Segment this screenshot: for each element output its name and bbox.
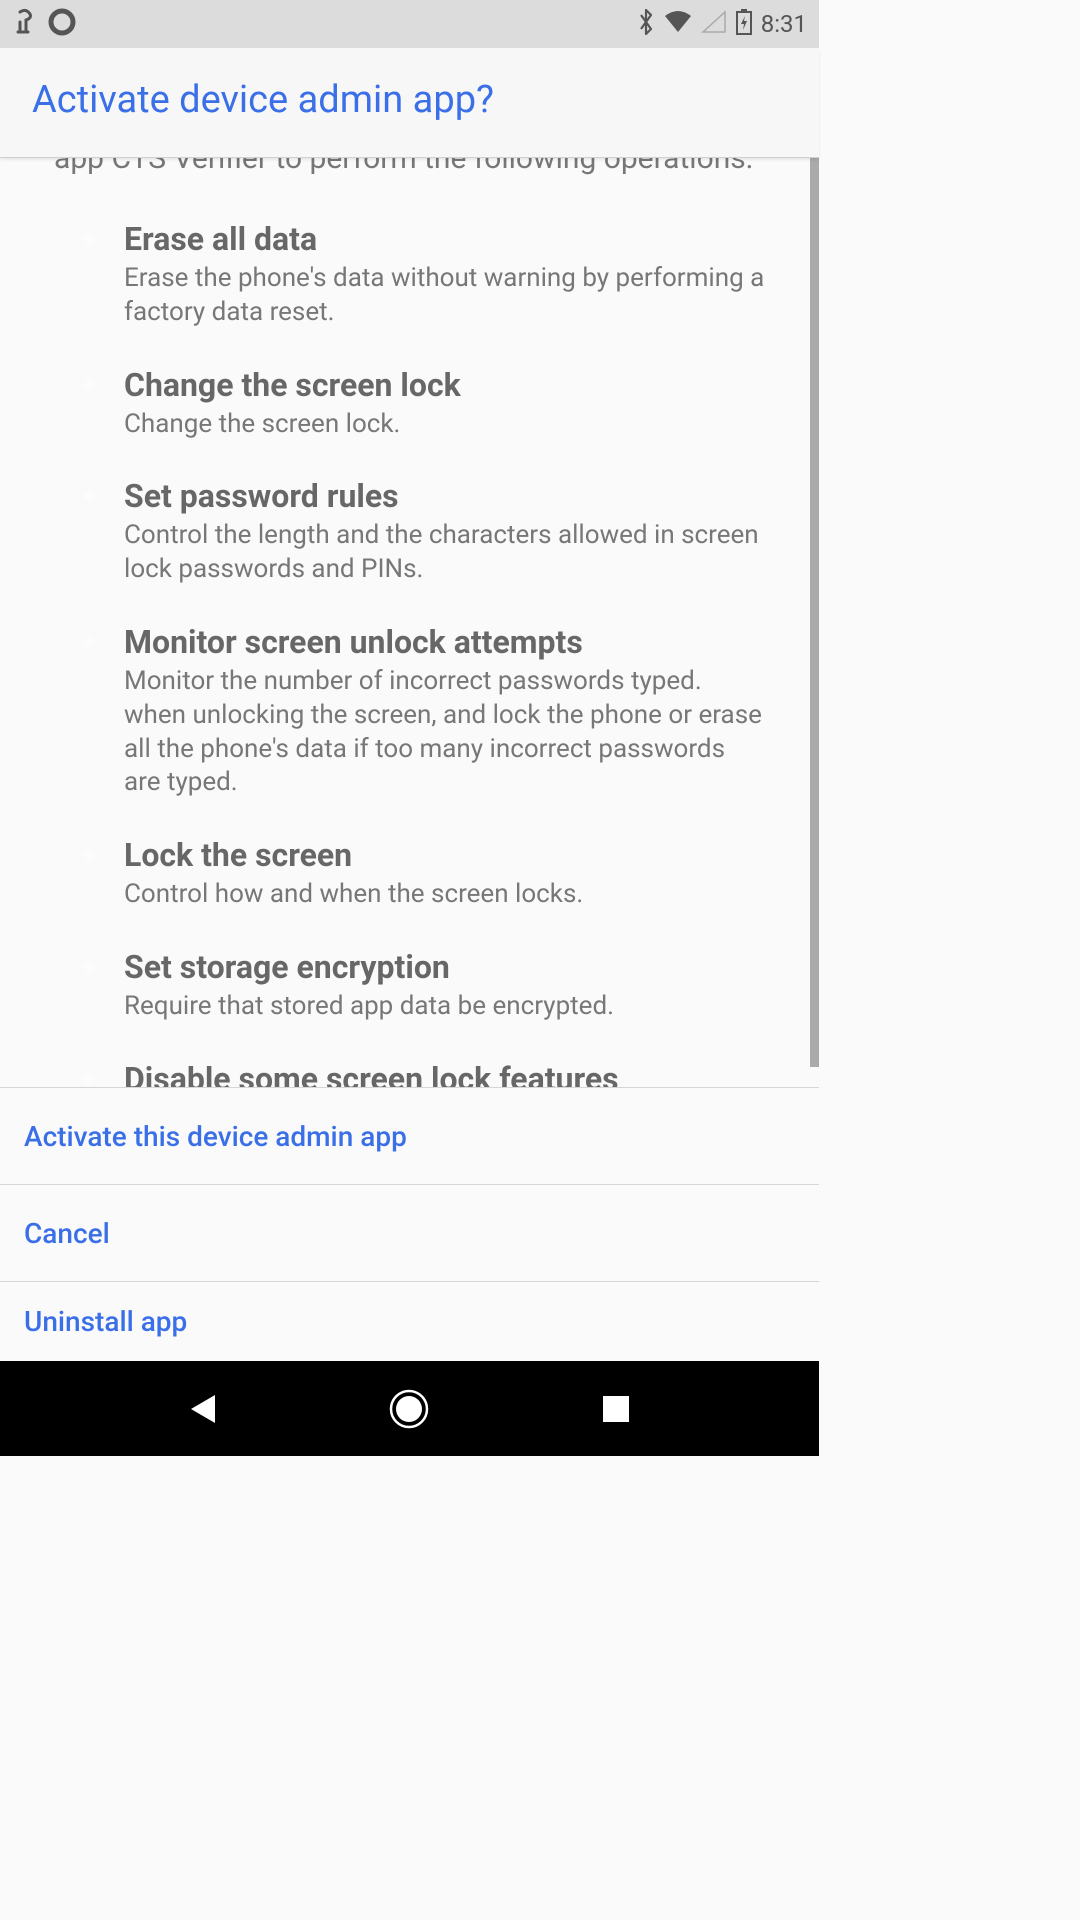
navigation-bar [0, 1361, 819, 1456]
permission-description: Require that stored app data be encrypte… [124, 990, 765, 1024]
permission-title: Set storage encryption [124, 948, 765, 986]
bluetooth-icon [637, 8, 655, 40]
scrollbar[interactable] [810, 157, 819, 1067]
page-header: Activate device admin app? [0, 48, 819, 158]
status-bar: 8:31 [0, 0, 819, 48]
permission-title: Erase all data [124, 220, 765, 258]
permission-description: Monitor the number of incorrect password… [124, 665, 765, 800]
permission-item: Erase all data Erase the phone's data wi… [94, 220, 765, 330]
cellular-icon [701, 10, 727, 38]
cancel-button[interactable]: Cancel [0, 1184, 819, 1281]
status-left-icons [12, 8, 76, 40]
permission-title: Lock the screen [124, 836, 765, 874]
uninstall-button[interactable]: Uninstall app [0, 1281, 819, 1361]
activate-button[interactable]: Activate this device admin app [0, 1087, 819, 1184]
wifi-icon [663, 10, 693, 38]
permission-title: Set password rules [124, 477, 765, 515]
action-buttons: Activate this device admin app Cancel Un… [0, 1087, 819, 1361]
permission-description: Control the length and the characters al… [124, 519, 765, 587]
permission-list: Erase all data Erase the phone's data wi… [54, 220, 765, 1136]
page-title: Activate device admin app? [32, 78, 787, 122]
status-time: 8:31 [761, 10, 807, 38]
permission-item: Lock the screen Control how and when the… [94, 836, 765, 912]
circle-icon [48, 8, 76, 40]
permission-item: Change the screen lock Change the screen… [94, 366, 765, 442]
permission-title: Change the screen lock [124, 366, 765, 404]
permission-title: Monitor screen unlock attempts [124, 623, 765, 661]
permission-description: Change the screen lock. [124, 408, 765, 442]
home-button[interactable] [387, 1387, 431, 1431]
permission-item: Monitor screen unlock attempts Monitor t… [94, 623, 765, 800]
battery-charging-icon [735, 8, 753, 40]
status-right-icons: 8:31 [637, 8, 807, 40]
permission-description: Control how and when the screen locks. [124, 878, 765, 912]
fi-icon [12, 8, 36, 40]
permission-item: Set password rules Control the length an… [94, 477, 765, 587]
back-button[interactable] [181, 1387, 225, 1431]
recents-button[interactable] [594, 1387, 638, 1431]
permission-item: Set storage encryption Require that stor… [94, 948, 765, 1024]
intro-text: app CTS Verifier to perform the followin… [54, 158, 765, 180]
permission-description: Erase the phone's data without warning b… [124, 262, 765, 330]
